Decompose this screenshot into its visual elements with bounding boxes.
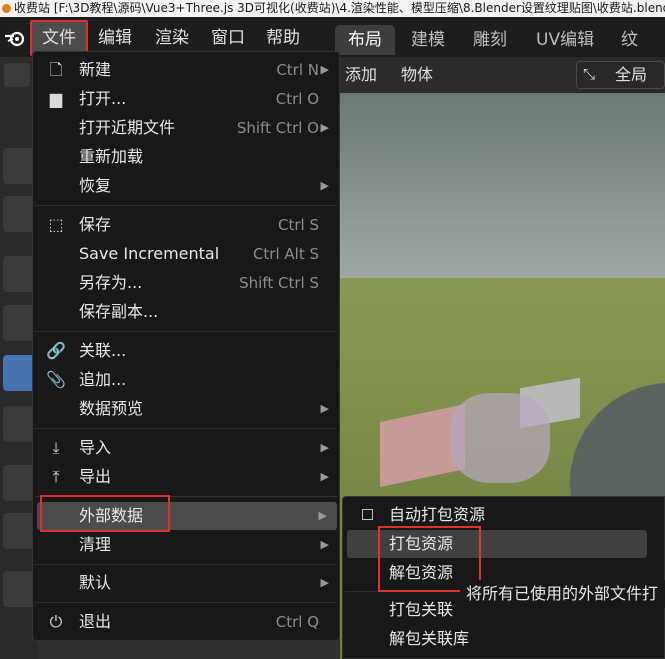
submenu-arrow-icon: ▶ [320, 576, 329, 589]
menu-item-auto-pack[interactable]: 自动打包资源 [343, 501, 664, 529]
menu-item-data-previews[interactable]: 数据预览 ▶ [33, 395, 339, 423]
file-menu: 🗋 新建 Ctrl N ▶ ▆ 打开... Ctrl O 打开近期文件 Shif… [32, 51, 340, 641]
menu-edit[interactable]: 编辑 [98, 25, 132, 51]
submenu-arrow-icon: ▶ [320, 441, 329, 454]
submenu-arrow-icon: ▶ [318, 509, 327, 522]
editor-type-button[interactable] [4, 63, 30, 87]
window-title-bar: 收费站 [F:\3D教程\源码\Vue3+Three.js 3D可视化(收费站)… [0, 0, 665, 17]
menu-window[interactable]: 窗口 [211, 25, 245, 51]
submenu-arrow-icon: ▶ [320, 63, 329, 76]
submenu-arrow-icon: ▶ [320, 179, 329, 192]
submenu-arrow-icon: ▶ [320, 121, 329, 134]
tab-texture-paint[interactable]: 纹理绘制 [608, 25, 665, 140]
menu-item-export[interactable]: ⤒ 导出 ▶ [33, 463, 339, 491]
menu-separator [35, 331, 337, 332]
transform-orientation-dropdown[interactable]: ⤡ 全局 [576, 61, 665, 89]
external-data-highlight-box [40, 495, 170, 532]
menu-item-save-incremental[interactable]: Save Incremental Ctrl Alt S [33, 240, 339, 268]
new-file-icon: 🗋 [49, 60, 63, 79]
submenu-arrow-icon: ▶ [320, 402, 329, 415]
window-title: 收费站 [F:\3D教程\源码\Vue3+Three.js 3D可视化(收费站)… [14, 1, 665, 15]
menu-item-save[interactable]: ⬚ 保存 Ctrl S [33, 211, 339, 239]
link-icon: 🔗 [46, 341, 66, 360]
menu-item-save-as[interactable]: 另存为... Shift Ctrl S [33, 269, 339, 297]
menu-separator [35, 602, 337, 603]
menu-help[interactable]: 帮助 [266, 25, 300, 51]
menu-item-append[interactable]: 📎 追加... [33, 366, 339, 394]
paperclip-icon: 📎 [46, 370, 66, 389]
menu-item-unpack-linked[interactable]: 解包关联库 [343, 625, 664, 653]
menu-separator [35, 205, 337, 206]
tab-modeling[interactable]: 建模 [398, 25, 458, 55]
menu-item-new[interactable]: 🗋 新建 Ctrl N ▶ [33, 56, 339, 84]
import-icon: ⤓ [52, 438, 60, 457]
viewport-sky [340, 93, 665, 293]
menu-item-defaults[interactable]: 默认 ▶ [33, 569, 339, 597]
menu-item-quit[interactable]: ⏻ 退出 Ctrl Q [33, 608, 339, 636]
menu-item-clean-up[interactable]: 清理 ▶ [33, 531, 339, 559]
export-icon: ⤒ [52, 467, 60, 486]
submenu-arrow-icon: ▶ [320, 470, 329, 483]
save-icon: ⬚ [48, 215, 64, 234]
menu-item-link[interactable]: 🔗 关联... [33, 337, 339, 365]
folder-icon: ▆ [49, 89, 63, 108]
menu-separator [35, 428, 337, 429]
tab-sculpt[interactable]: 雕刻 [460, 25, 520, 55]
global-label: 全局 [615, 65, 648, 84]
blender-app-icon [2, 4, 11, 13]
menu-item-reload[interactable]: 重新加载 [33, 143, 339, 171]
submenu-arrow-icon: ▶ [320, 538, 329, 551]
tooltip: 将所有已使用的外部文件打 [460, 580, 665, 608]
tab-layout[interactable]: 布局 [335, 25, 395, 55]
orientation-icon: ⤡ [583, 65, 596, 83]
viewport-trees [450, 393, 550, 483]
tab-uv-editing[interactable]: UV编辑 [523, 25, 607, 55]
blender-logo-icon[interactable] [4, 27, 28, 49]
menu-item-open-recent[interactable]: 打开近期文件 Shift Ctrl O ▶ [33, 114, 339, 142]
power-icon: ⏻ [49, 612, 63, 631]
menu-render[interactable]: 渲染 [155, 25, 189, 51]
object-menu[interactable]: 物体 [401, 63, 433, 87]
menu-item-open[interactable]: ▆ 打开... Ctrl O [33, 85, 339, 113]
menu-item-recover[interactable]: 恢复 ▶ [33, 172, 339, 200]
add-menu[interactable]: 添加 [345, 63, 377, 87]
menu-separator [35, 564, 337, 565]
menu-item-import[interactable]: ⤓ 导入 ▶ [33, 434, 339, 462]
menu-item-save-copy[interactable]: 保存副本... [33, 298, 339, 326]
auto-pack-checkbox[interactable] [362, 509, 373, 520]
